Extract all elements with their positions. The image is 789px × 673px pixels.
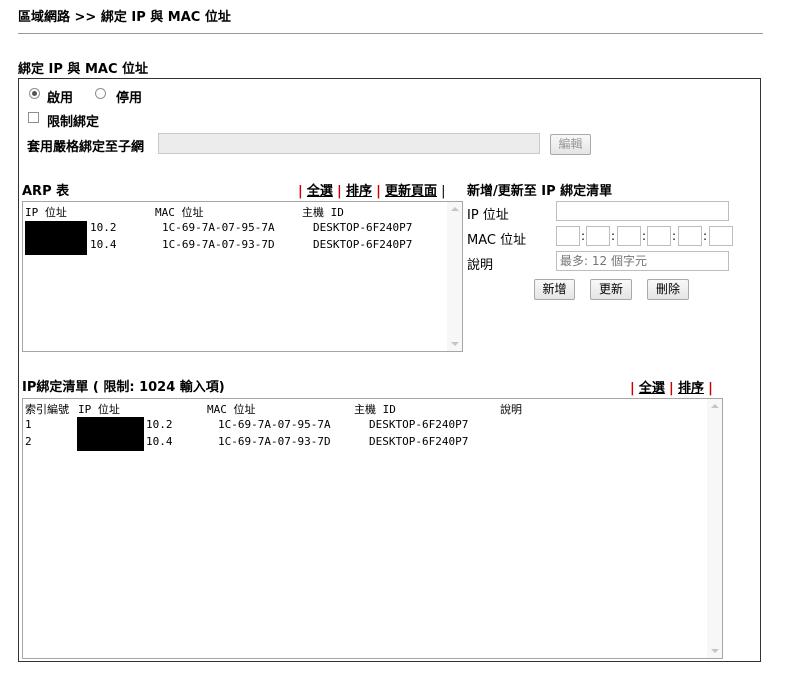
arp-row-mac[interactable]: 1C-69-7A-07-93-7D: [162, 238, 275, 251]
enable-label: 啟用: [47, 91, 74, 106]
arp-title: ARP 表: [22, 184, 70, 199]
bind-row-index[interactable]: 1: [25, 418, 32, 431]
arp-row-mac[interactable]: 1C-69-7A-07-95-7A: [162, 221, 275, 234]
arp-sort-link[interactable]: 排序: [346, 184, 372, 199]
bind-list-sort-link[interactable]: 排序: [678, 381, 704, 396]
enable-radio[interactable]: [29, 88, 40, 99]
arp-header-mac: MAC 位址: [155, 206, 204, 219]
bind-header-index: 索引編號: [25, 403, 69, 416]
section-title: 綁定 IP 與 MAC 位址: [18, 62, 149, 77]
separator: |: [376, 184, 381, 199]
bind-header-comment: 說明: [500, 403, 522, 416]
mac-separator: :: [703, 229, 708, 243]
bind-header-ip: IP 位址: [78, 403, 120, 416]
ip-input[interactable]: [556, 201, 729, 221]
ip-label: IP 位址: [467, 208, 509, 223]
strict-bind-checkbox[interactable]: [28, 112, 39, 123]
bind-row-ip[interactable]: 10.2: [146, 418, 173, 431]
separator: |: [337, 184, 342, 199]
mac-label: MAC 位址: [467, 233, 527, 248]
redacted-block: [77, 417, 144, 451]
breadcrumb: 區域網路 >> 綁定 IP 與 MAC 位址: [18, 10, 231, 25]
scroll-down-icon[interactable]: [451, 342, 459, 346]
bind-row-index[interactable]: 2: [25, 435, 32, 448]
disable-radio[interactable]: [95, 88, 106, 99]
separator: |: [298, 184, 303, 199]
mac-separator: :: [642, 229, 647, 243]
bind-row-host[interactable]: DESKTOP-6F240P7: [369, 435, 468, 448]
arp-row-host[interactable]: DESKTOP-6F240P7: [313, 238, 412, 251]
comment-label: 說明: [467, 258, 494, 273]
delete-button[interactable]: 刪除: [647, 279, 689, 300]
mac-octet-6-input[interactable]: [709, 226, 733, 246]
arp-row-ip[interactable]: 10.2: [90, 221, 117, 234]
bind-row-host[interactable]: DESKTOP-6F240P7: [369, 418, 468, 431]
divider: [18, 33, 763, 34]
arp-scrollbar[interactable]: [447, 202, 462, 351]
mac-octet-4-input[interactable]: [647, 226, 671, 246]
separator: |: [669, 381, 674, 396]
arp-refresh-link[interactable]: 更新頁面: [385, 184, 437, 199]
strict-bind-label: 限制綁定: [47, 115, 100, 130]
subnet-label: 套用嚴格綁定至子網: [27, 140, 145, 155]
separator: |: [708, 381, 713, 396]
mac-octet-5-input[interactable]: [678, 226, 702, 246]
comment-input[interactable]: [556, 251, 729, 271]
bind-list-select-all-link[interactable]: 全選: [639, 381, 665, 396]
bind-list-link-bar: | 全選 | 排序 |: [630, 377, 713, 396]
redacted-block: [25, 221, 87, 255]
subnet-input[interactable]: [158, 133, 540, 154]
edit-button[interactable]: 編輯: [550, 134, 591, 155]
scroll-up-icon[interactable]: [711, 404, 719, 408]
arp-header-host: 主機 ID: [302, 206, 344, 219]
mac-separator: :: [581, 229, 586, 243]
update-button[interactable]: 更新: [590, 279, 632, 300]
arp-row-ip[interactable]: 10.4: [90, 238, 117, 251]
bind-header-mac: MAC 位址: [207, 403, 256, 416]
bind-row-mac[interactable]: 1C-69-7A-07-93-7D: [218, 435, 331, 448]
arp-header-ip: IP 位址: [25, 206, 67, 219]
bind-row-ip[interactable]: 10.4: [146, 435, 173, 448]
bind-list-scrollbar[interactable]: [707, 399, 722, 658]
mac-octet-1-input[interactable]: [556, 226, 580, 246]
arp-select-all-link[interactable]: 全選: [307, 184, 333, 199]
arp-row-host[interactable]: DESKTOP-6F240P7: [313, 221, 412, 234]
scroll-up-icon[interactable]: [451, 207, 459, 211]
separator: |: [630, 381, 635, 396]
add-update-title: 新增/更新至 IP 綁定清單: [467, 184, 613, 199]
separator: |: [441, 184, 446, 199]
bind-list-title: IP綁定清單 ( 限制: 1024 輸入項): [22, 380, 225, 395]
mac-octet-3-input[interactable]: [617, 226, 641, 246]
scroll-down-icon[interactable]: [711, 649, 719, 653]
disable-label: 停用: [116, 91, 143, 106]
mac-octet-2-input[interactable]: [586, 226, 610, 246]
mac-separator: :: [672, 229, 677, 243]
bind-header-host: 主機 ID: [354, 403, 396, 416]
mac-separator: :: [611, 229, 616, 243]
bind-row-mac[interactable]: 1C-69-7A-07-95-7A: [218, 418, 331, 431]
arp-link-bar: | 全選 | 排序 | 更新頁面 |: [298, 180, 446, 199]
add-button[interactable]: 新增: [534, 279, 575, 300]
